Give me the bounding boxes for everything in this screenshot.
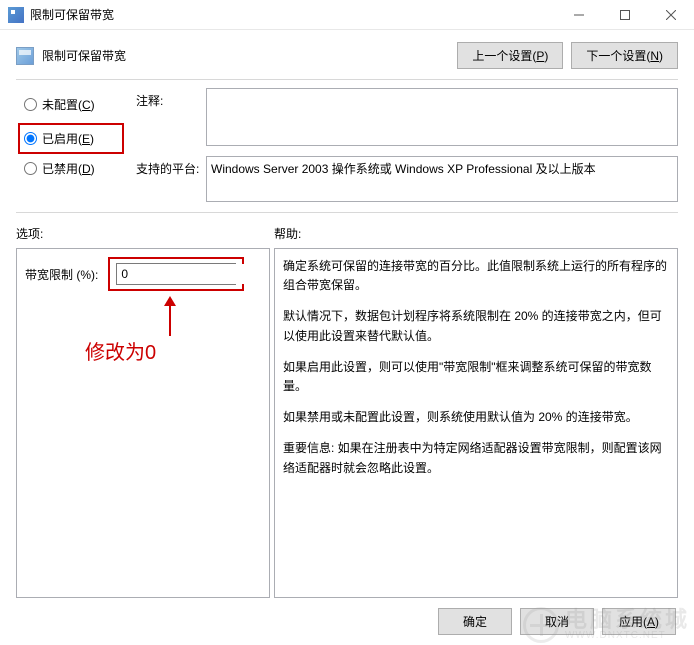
- radio-disabled-input[interactable]: [24, 162, 37, 175]
- options-label: 选项:: [16, 225, 274, 242]
- bandwidth-label: 带宽限制 (%):: [25, 266, 98, 283]
- page-title: 限制可保留带宽: [42, 47, 457, 64]
- help-pane[interactable]: 确定系统可保留的连接带宽的百分比。此值限制系统上运行的所有程序的组合带宽保留。 …: [274, 248, 678, 598]
- maximize-icon: [620, 10, 630, 20]
- window-title: 限制可保留带宽: [30, 6, 556, 23]
- comment-label: 注释:: [136, 88, 206, 146]
- main-split: 带宽限制 (%): ▲ ▼ 确定系统可保留的连接带宽的百分比。此值限制系统上运行…: [0, 248, 694, 598]
- radio-enabled[interactable]: 已启用(E): [18, 123, 124, 154]
- help-p3: 如果启用此设置，则可以使用"带宽限制"框来调整系统可保留的带宽数量。: [283, 358, 669, 396]
- help-p2: 默认情况下，数据包计划程序将系统限制在 20% 的连接带宽之内，但可以使用此设置…: [283, 307, 669, 345]
- radio-not-configured-input[interactable]: [24, 98, 37, 111]
- close-icon: [666, 10, 676, 20]
- radio-enabled-label: 已启用(E): [42, 130, 94, 147]
- help-label: 帮助:: [274, 225, 301, 242]
- platform-row: 支持的平台: Windows Server 2003 操作系统或 Windows…: [136, 156, 678, 202]
- help-p4: 如果禁用或未配置此设置，则系统使用默认值为 20% 的连接带宽。: [283, 408, 669, 427]
- labels-row: 选项: 帮助:: [0, 213, 694, 248]
- radio-disabled[interactable]: 已禁用(D): [24, 160, 124, 177]
- prev-setting-button[interactable]: 上一个设置(P): [457, 42, 563, 69]
- config-area: 未配置(C) 已启用(E) 已禁用(D) 注释: 支持的平台: Windows …: [0, 80, 694, 212]
- minimize-button[interactable]: [556, 0, 602, 30]
- bandwidth-input[interactable]: [117, 264, 270, 284]
- comment-row: 注释:: [136, 88, 678, 146]
- platform-box[interactable]: Windows Server 2003 操作系统或 Windows XP Pro…: [206, 156, 678, 202]
- nav-buttons: 上一个设置(P) 下一个设置(N): [457, 42, 678, 69]
- policy-icon: [16, 47, 34, 65]
- help-p5: 重要信息: 如果在注册表中为特定网络适配器设置带宽限制，则配置该网络适配器时就会…: [283, 439, 669, 477]
- radio-not-configured-label: 未配置(C): [42, 96, 95, 113]
- bandwidth-highlight: ▲ ▼: [108, 257, 244, 291]
- bandwidth-row: 带宽限制 (%): ▲ ▼: [25, 257, 261, 291]
- radio-disabled-label: 已禁用(D): [42, 160, 95, 177]
- apply-button[interactable]: 应用(A): [602, 608, 676, 635]
- app-icon: [8, 7, 24, 23]
- radio-column: 未配置(C) 已启用(E) 已禁用(D): [24, 88, 124, 212]
- maximize-button[interactable]: [602, 0, 648, 30]
- window-controls: [556, 0, 694, 29]
- ok-button[interactable]: 确定: [438, 608, 512, 635]
- radio-not-configured[interactable]: 未配置(C): [24, 96, 124, 113]
- comment-textarea[interactable]: [206, 88, 678, 146]
- right-fields: 注释: 支持的平台: Windows Server 2003 操作系统或 Win…: [136, 88, 678, 212]
- minimize-icon: [574, 10, 584, 20]
- footer-buttons: 确定 取消 应用(A): [438, 608, 676, 635]
- titlebar: 限制可保留带宽: [0, 0, 694, 30]
- help-p1: 确定系统可保留的连接带宽的百分比。此值限制系统上运行的所有程序的组合带宽保留。: [283, 257, 669, 295]
- platform-label: 支持的平台:: [136, 156, 206, 202]
- options-pane: 带宽限制 (%): ▲ ▼: [16, 248, 270, 598]
- cancel-button[interactable]: 取消: [520, 608, 594, 635]
- radio-enabled-input[interactable]: [24, 132, 37, 145]
- bandwidth-spinner[interactable]: ▲ ▼: [116, 263, 236, 285]
- header-row: 限制可保留带宽 上一个设置(P) 下一个设置(N): [0, 30, 694, 79]
- close-button[interactable]: [648, 0, 694, 30]
- next-setting-button[interactable]: 下一个设置(N): [571, 42, 678, 69]
